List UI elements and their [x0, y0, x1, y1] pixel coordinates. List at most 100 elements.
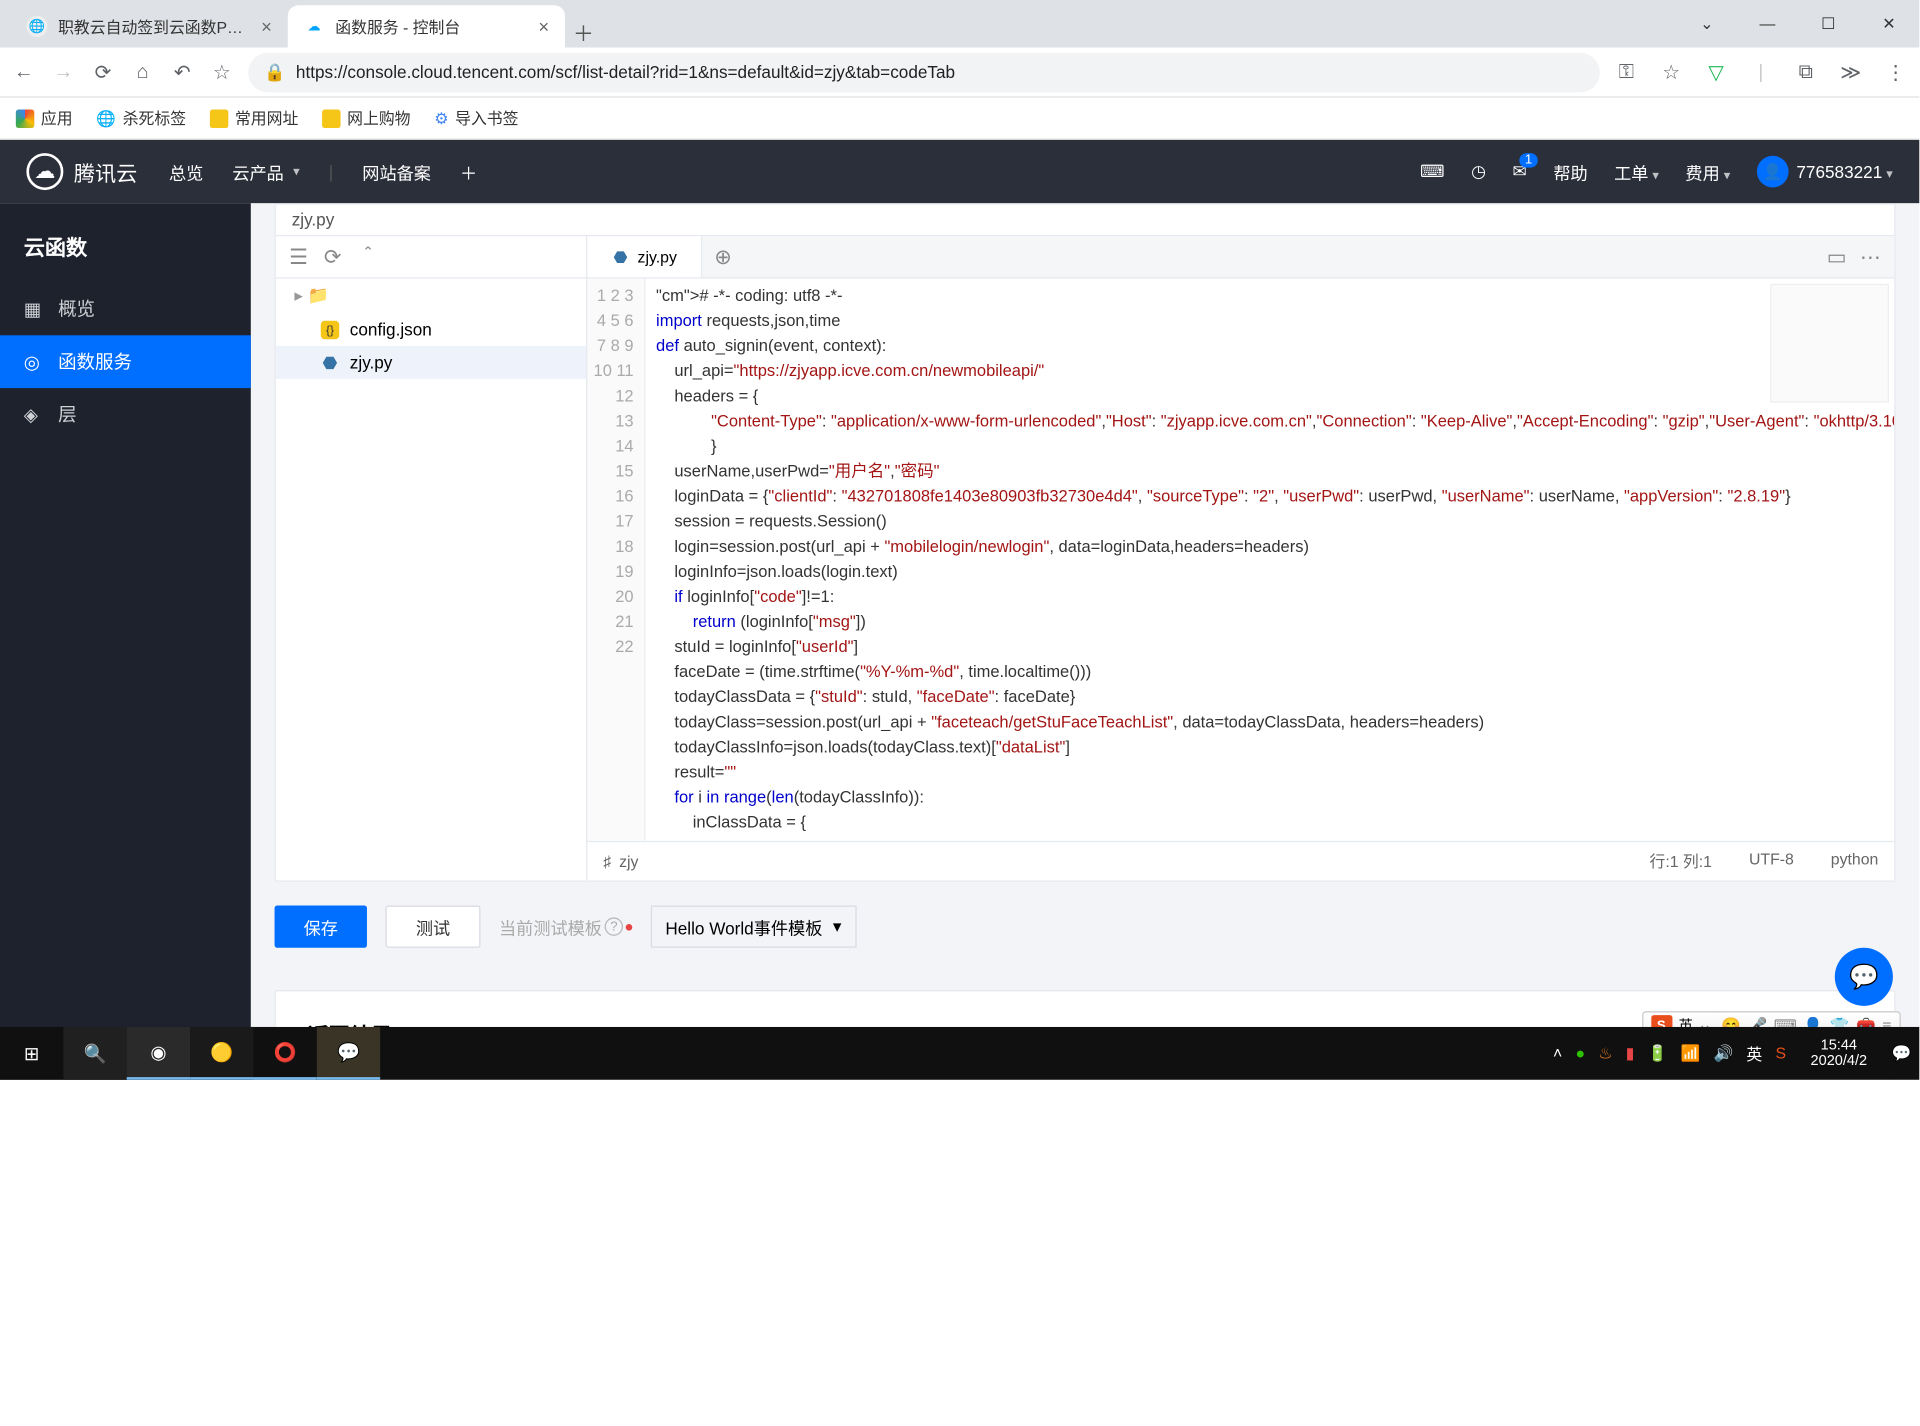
- ticket-dropdown[interactable]: 工单: [1614, 159, 1659, 184]
- key-icon[interactable]: ⚿: [1613, 61, 1639, 83]
- clock-icon[interactable]: ◷: [1471, 161, 1486, 182]
- tray-app-icon[interactable]: ♨: [1598, 1044, 1612, 1062]
- editor-tab[interactable]: ⬣zjy.py: [587, 236, 702, 277]
- taskbar-app-3[interactable]: ⭕: [253, 1027, 316, 1080]
- tray-app-icon[interactable]: ●: [1575, 1044, 1585, 1062]
- tray-battery-icon[interactable]: 🔋: [1648, 1044, 1668, 1062]
- chevron-down-icon[interactable]: ⌄: [1676, 15, 1737, 33]
- menu-dots-icon[interactable]: ⋮: [1882, 60, 1908, 84]
- tab-title: 职教云自动签到云函数Python3.6: [58, 15, 250, 37]
- bookmark-apps[interactable]: 应用: [16, 107, 73, 129]
- language-mode: python: [1831, 850, 1879, 872]
- bookmark-label: 网上购物: [347, 107, 410, 129]
- help-link[interactable]: 帮助: [1553, 159, 1587, 184]
- cursor-position: 行:1 列:1: [1649, 850, 1712, 872]
- reload-icon[interactable]: ⟳: [90, 60, 116, 84]
- nav-overview[interactable]: 总览: [169, 159, 203, 184]
- gear-icon: ⚙: [434, 109, 448, 127]
- close-tab-icon[interactable]: ×: [538, 16, 549, 37]
- chevrons-icon[interactable]: ≫: [1837, 60, 1863, 84]
- bookmark-item[interactable]: 🌐杀死标签: [96, 107, 186, 129]
- taskbar-chrome[interactable]: ◉: [127, 1027, 190, 1080]
- code-text[interactable]: "cm"># -*- coding: utf8 -*- import reque…: [645, 279, 1894, 841]
- refresh-icon[interactable]: ⟳: [324, 244, 342, 270]
- code-area[interactable]: 1 2 3 4 5 6 7 8 9 10 11 12 13 14 15 16 1…: [587, 279, 1894, 841]
- new-tab-button[interactable]: ＋: [565, 16, 602, 48]
- globe-icon: 🌐: [96, 109, 116, 127]
- chrome-tab-strip: 🌐 职教云自动签到云函数Python3.6 × ☁ 函数服务 - 控制台 × ＋…: [0, 0, 1919, 48]
- minimap[interactable]: [1770, 284, 1889, 403]
- sidebar-item-overview[interactable]: ▦概览: [0, 282, 251, 335]
- sidebar-item-function-service[interactable]: ◎函数服务: [0, 335, 251, 388]
- user-id: 776583221: [1796, 162, 1893, 182]
- taskbar-wechat[interactable]: 💬: [317, 1027, 380, 1080]
- close-window-icon[interactable]: ✕: [1859, 15, 1920, 33]
- folder-icon: [322, 109, 340, 127]
- windows-taskbar: ⊞ 🔍 ◉ 🟡 ⭕ 💬 ˄ ● ♨ ▮ 🔋 📶 🔊 英 S 15:44 2020…: [0, 1027, 1919, 1080]
- editor-menu-icon[interactable]: ⋯: [1860, 244, 1881, 270]
- home-icon[interactable]: ⌂: [129, 61, 155, 83]
- tray-sogou-icon[interactable]: S: [1775, 1044, 1786, 1062]
- chat-fab[interactable]: 💬: [1835, 948, 1893, 1006]
- extension-icon[interactable]: ⧉: [1793, 61, 1819, 83]
- maximize-icon[interactable]: ☐: [1798, 15, 1859, 33]
- mail-icon[interactable]: ✉1: [1513, 161, 1527, 182]
- back-icon[interactable]: ←: [11, 61, 37, 83]
- user-menu[interactable]: 👤 776583221: [1757, 156, 1893, 188]
- tray-volume-icon[interactable]: 🔊: [1713, 1044, 1733, 1062]
- tree-file-py[interactable]: ⬣zjy.py: [276, 346, 586, 379]
- tencent-cloud-logo[interactable]: ☁腾讯云: [26, 153, 137, 190]
- bookmark-item[interactable]: 网上购物: [322, 107, 410, 129]
- tree-folder[interactable]: ▸ 📁: [276, 279, 586, 313]
- tray-app-icon[interactable]: ▮: [1626, 1044, 1635, 1062]
- taskbar-app-2[interactable]: 🟡: [190, 1027, 253, 1080]
- list-icon[interactable]: ☰: [289, 244, 308, 270]
- url-text: https://console.cloud.tencent.com/scf/li…: [296, 62, 955, 82]
- test-button[interactable]: 测试: [385, 906, 480, 948]
- template-value: Hello World事件模板: [665, 914, 822, 939]
- nav-products[interactable]: 云产品: [232, 159, 299, 184]
- hexagon-icon: ◎: [24, 350, 45, 372]
- sidebar-label: 层: [58, 401, 76, 427]
- taskbar-clock[interactable]: 15:44 2020/4/2: [1799, 1038, 1878, 1070]
- maximize-editor-icon[interactable]: ▭: [1827, 244, 1847, 270]
- avatar: 👤: [1757, 156, 1789, 188]
- shield-icon[interactable]: ▽: [1703, 60, 1729, 84]
- bookmark-label: 常用网址: [235, 107, 298, 129]
- bookmark-item[interactable]: 常用网址: [210, 107, 298, 129]
- browser-tab-2[interactable]: ☁ 函数服务 - 控制台 ×: [288, 5, 565, 47]
- bookmark-star-icon[interactable]: ☆: [1658, 60, 1684, 84]
- template-select[interactable]: Hello World事件模板▾: [651, 906, 856, 948]
- lock-icon: 🔒: [264, 61, 285, 82]
- star-outline-icon[interactable]: ☆: [209, 60, 235, 84]
- collapse-up-icon[interactable]: ＾: [357, 241, 378, 273]
- favicon: ☁: [304, 16, 325, 37]
- encoding: UTF-8: [1749, 850, 1794, 872]
- save-button[interactable]: 保存: [275, 906, 367, 948]
- add-editor-tab-icon[interactable]: ⊕: [702, 236, 744, 277]
- cost-dropdown[interactable]: 费用: [1685, 159, 1730, 184]
- browser-tab-1[interactable]: 🌐 职教云自动签到云函数Python3.6 ×: [11, 5, 288, 47]
- mail-badge: 1: [1520, 153, 1538, 168]
- start-button[interactable]: ⊞: [0, 1027, 63, 1080]
- notifications-icon[interactable]: 💬: [1892, 1044, 1912, 1062]
- search-button[interactable]: 🔍: [63, 1027, 126, 1080]
- close-tab-icon[interactable]: ×: [261, 16, 272, 37]
- tray-chevron-icon[interactable]: ˄: [1553, 1044, 1562, 1062]
- forward-icon[interactable]: →: [50, 61, 76, 83]
- window-controls: ⌄ ― ☐ ✕: [1676, 0, 1919, 48]
- address-bar[interactable]: 🔒 https://console.cloud.tencent.com/scf/…: [248, 52, 1600, 92]
- code-editor: ☰ ⟳ ＾ ▸ 📁 {}config.json ⬣zjy.py ⬣zjy.py …: [276, 235, 1894, 880]
- minimize-icon[interactable]: ―: [1737, 15, 1798, 33]
- nav-beian[interactable]: 网站备案: [362, 159, 431, 184]
- nav-add-icon[interactable]: ＋: [460, 159, 477, 184]
- tree-file-json[interactable]: {}config.json: [276, 313, 586, 346]
- sidebar-item-layer[interactable]: ◈层: [0, 388, 251, 441]
- bookmark-import[interactable]: ⚙导入书签: [434, 107, 518, 129]
- tray-wifi-icon[interactable]: 📶: [1681, 1044, 1701, 1062]
- tab-title: 函数服务 - 控制台: [335, 15, 527, 37]
- undo-nav-icon[interactable]: ↶: [169, 60, 195, 84]
- cli-icon[interactable]: ⌨: [1420, 161, 1445, 182]
- tray-lang-icon[interactable]: 英: [1746, 1042, 1762, 1064]
- help-icon[interactable]: ?: [605, 917, 623, 935]
